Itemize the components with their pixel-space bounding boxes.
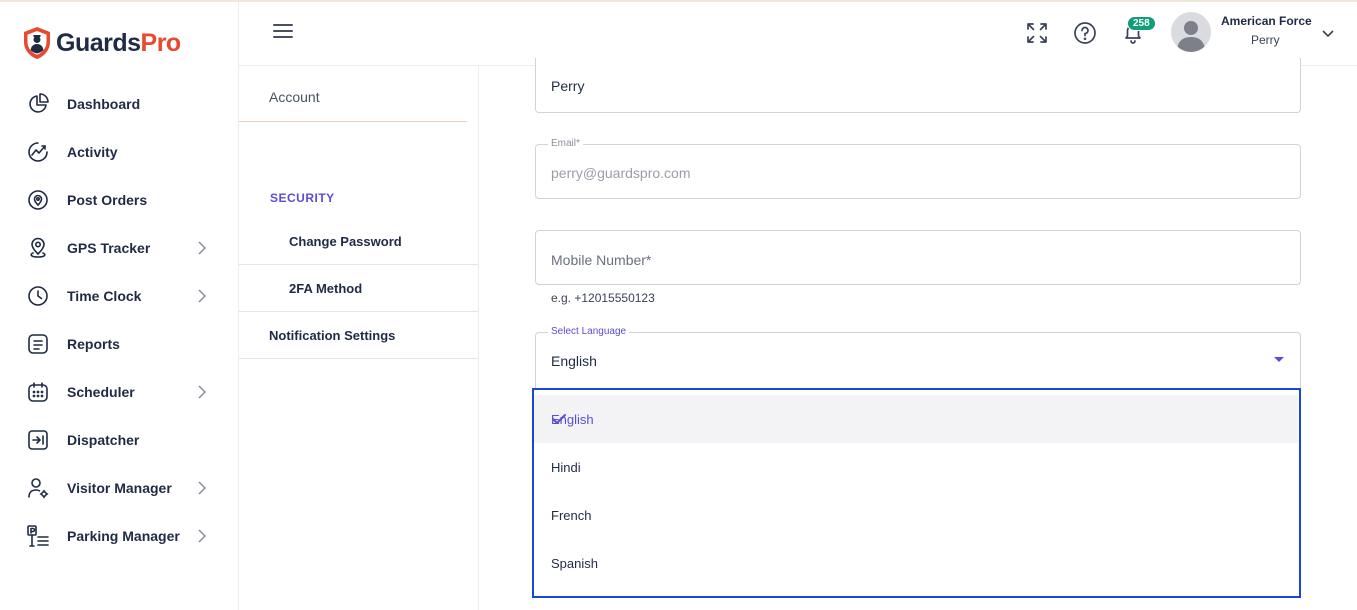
menu-item-2fa-method[interactable]: 2FA Method: [239, 265, 478, 312]
menu-item-label: Notification Settings: [269, 328, 396, 343]
chevron-down-icon[interactable]: [1321, 26, 1335, 38]
option-label: French: [551, 508, 592, 523]
clock-icon: [26, 284, 50, 308]
option-label: Hindi: [551, 460, 581, 475]
language-option-spanish[interactable]: Spanish: [534, 539, 1298, 587]
sidebar-item-label: Time Clock: [67, 288, 142, 304]
sidebar-item-label: Parking Manager: [67, 528, 180, 544]
top-header: 258 American Force Perry: [239, 2, 1357, 66]
sidebar-item-label: Dashboard: [67, 96, 141, 112]
menu-item-label: 2FA Method: [289, 281, 363, 296]
mobile-number-field[interactable]: Mobile Number*: [535, 230, 1301, 285]
sidebar-item-scheduler[interactable]: Scheduler: [0, 368, 239, 416]
dropdown-caret-icon: [1274, 357, 1284, 362]
notification-count-badge: 258: [1127, 16, 1156, 31]
check-icon: [551, 412, 567, 426]
brand-logo[interactable]: GuardsPro: [22, 26, 181, 60]
parking-icon: [26, 524, 50, 548]
sidebar-item-activity[interactable]: Activity: [0, 128, 239, 176]
email-label: Email*: [548, 138, 583, 149]
sidebar-item-label: Scheduler: [67, 384, 135, 400]
mobile-placeholder: Mobile Number*: [551, 252, 652, 268]
name-value: Perry: [551, 78, 585, 94]
email-value: perry@guardspro.com: [551, 165, 691, 181]
chevron-right-icon: [197, 385, 207, 399]
sidebar-item-label: Dispatcher: [67, 432, 140, 448]
hamburger-menu-icon[interactable]: [273, 24, 293, 42]
security-section-header: SECURITY: [270, 191, 335, 205]
pie-chart-icon: [26, 92, 50, 116]
menu-item-label: Change Password: [289, 234, 402, 249]
language-option-hindi[interactable]: Hindi: [534, 443, 1298, 491]
chevron-right-icon: [197, 289, 207, 303]
calendar-icon: [26, 380, 50, 404]
settings-menu: Account SECURITY Change Password 2FA Met…: [239, 66, 479, 610]
sidebar-item-label: Visitor Manager: [67, 480, 172, 496]
sidebar-item-label: Activity: [67, 144, 118, 160]
mobile-hint: e.g. +12015550123: [551, 291, 655, 305]
brand-name: GuardsPro: [56, 28, 181, 57]
sidebar-item-dashboard[interactable]: Dashboard: [0, 80, 239, 128]
tab-label: Account: [269, 89, 320, 105]
chevron-right-icon: [197, 481, 207, 495]
language-select[interactable]: Select Language English: [535, 326, 1301, 388]
reports-icon: [26, 332, 50, 356]
post-orders-icon: [26, 188, 50, 212]
user-company[interactable]: American Force: [1221, 14, 1312, 28]
name-field[interactable]: Perry: [535, 58, 1301, 113]
visitor-icon: [26, 476, 50, 500]
shield-logo-icon: [24, 27, 50, 59]
activity-icon: [26, 140, 50, 164]
sidebar-item-time-clock[interactable]: Time Clock: [0, 272, 239, 320]
dispatcher-icon: [26, 428, 50, 452]
sidebar-item-reports[interactable]: Reports: [0, 320, 239, 368]
language-dropdown: English Hindi French Spanish: [532, 388, 1301, 598]
sidebar-nav: Dashboard Activity Post Orders GPS Track…: [0, 80, 239, 560]
menu-item-notification-settings[interactable]: Notification Settings: [239, 312, 478, 359]
option-label: Spanish: [551, 556, 598, 571]
sidebar-item-parking-manager[interactable]: Parking Manager: [0, 512, 239, 560]
language-option-french[interactable]: French: [534, 491, 1298, 539]
sidebar-item-visitor-manager[interactable]: Visitor Manager: [0, 464, 239, 512]
sidebar-item-gps-tracker[interactable]: GPS Tracker: [0, 224, 239, 272]
tab-account[interactable]: Account: [239, 66, 467, 122]
language-label: Select Language: [548, 326, 630, 337]
sidebar-item-label: Post Orders: [67, 192, 148, 208]
fullscreen-icon[interactable]: [1024, 20, 1050, 46]
location-pin-icon: [26, 236, 50, 260]
chevron-right-icon: [197, 241, 207, 255]
language-option-english[interactable]: English: [534, 395, 1298, 443]
user-name[interactable]: Perry: [1251, 33, 1280, 47]
sidebar-item-label: GPS Tracker: [67, 240, 151, 256]
avatar[interactable]: [1171, 12, 1211, 52]
sidebar-item-label: Reports: [67, 336, 120, 352]
chevron-right-icon: [197, 529, 207, 543]
sidebar-item-post-orders[interactable]: Post Orders: [0, 176, 239, 224]
language-value: English: [551, 353, 597, 369]
menu-item-change-password[interactable]: Change Password: [239, 218, 478, 265]
sidebar-item-dispatcher[interactable]: Dispatcher: [0, 416, 239, 464]
help-icon[interactable]: [1072, 20, 1098, 46]
sidebar: GuardsPro Dashboard Activity Post Orders…: [0, 2, 239, 610]
email-field[interactable]: Email* perry@guardspro.com: [535, 138, 1301, 199]
